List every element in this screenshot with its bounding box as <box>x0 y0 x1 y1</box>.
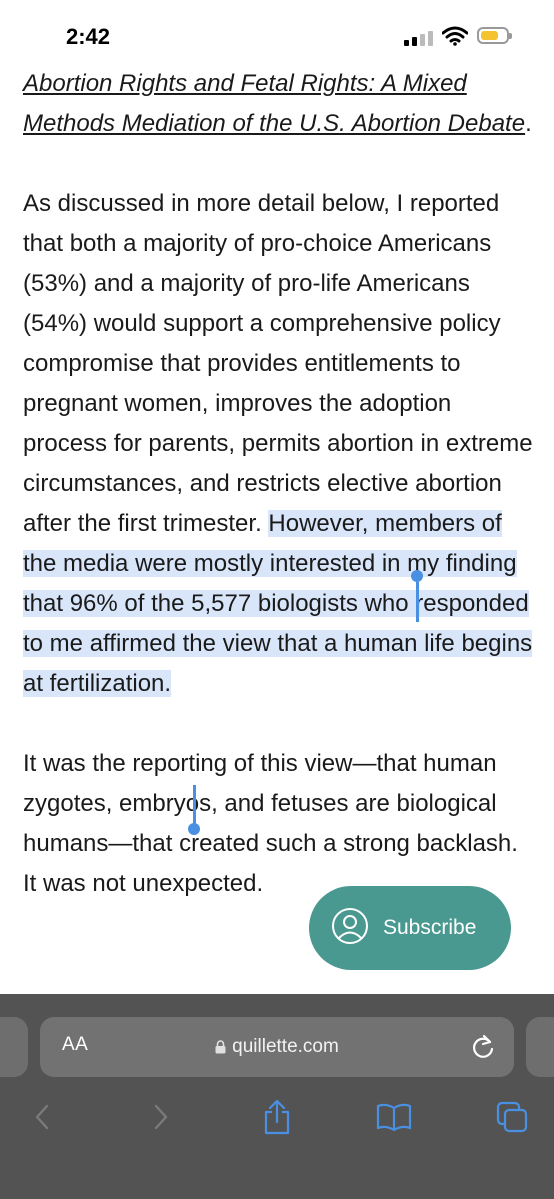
status-bar: 2:42 <box>0 0 554 60</box>
article-body: Abortion Rights and Fetal Rights: A Mixe… <box>23 64 533 944</box>
paragraph-text: As discussed in more detail below, I rep… <box>23 190 533 537</box>
citation-link[interactable]: Abortion Rights and Fetal Rights: A Mixe… <box>23 70 525 137</box>
selection-start-knob[interactable] <box>411 570 423 582</box>
chevron-right-icon <box>154 1104 168 1130</box>
paragraph-findings: As discussed in more detail below, I rep… <box>23 184 533 704</box>
chevron-left-icon <box>35 1104 49 1130</box>
subscribe-label: Subscribe <box>383 916 477 939</box>
forward-button[interactable] <box>141 1097 181 1137</box>
url-text: quillette.com <box>232 1036 339 1057</box>
previous-tab-peek[interactable] <box>0 1017 28 1077</box>
paragraph-backlash: It was the reporting of this view—that h… <box>23 744 533 904</box>
paragraph-text-backlash: It was the reporting of this view—that h… <box>23 750 518 897</box>
book-icon <box>376 1103 412 1131</box>
wifi-icon <box>441 26 469 51</box>
cellular-signal-icon <box>404 28 434 46</box>
reload-icon[interactable] <box>470 1033 496 1066</box>
browser-toolbar: AA quillette.com <box>0 994 554 1199</box>
citation-period: . <box>525 110 532 137</box>
user-icon <box>331 907 369 950</box>
address-bar[interactable]: AA quillette.com <box>40 1017 514 1077</box>
share-button[interactable] <box>257 1097 297 1137</box>
subscribe-button[interactable]: Subscribe <box>309 886 511 970</box>
selection-end-knob[interactable] <box>188 823 200 835</box>
lock-icon <box>215 1038 226 1060</box>
url-display[interactable]: quillette.com <box>40 1036 514 1060</box>
bookmarks-button[interactable] <box>374 1097 414 1137</box>
tabs-icon <box>496 1101 528 1133</box>
share-icon <box>264 1099 290 1135</box>
back-button[interactable] <box>22 1097 62 1137</box>
selected-text[interactable]: However, members of the media were mostl… <box>23 510 533 697</box>
status-time: 2:42 <box>66 24 111 49</box>
selection-start-handle[interactable] <box>416 582 419 622</box>
tabs-button[interactable] <box>492 1097 532 1137</box>
next-tab-peek[interactable] <box>526 1017 554 1077</box>
battery-icon <box>477 27 512 44</box>
selection-end-handle[interactable] <box>193 785 196 825</box>
citation-paragraph: Abortion Rights and Fetal Rights: A Mixe… <box>23 64 533 144</box>
